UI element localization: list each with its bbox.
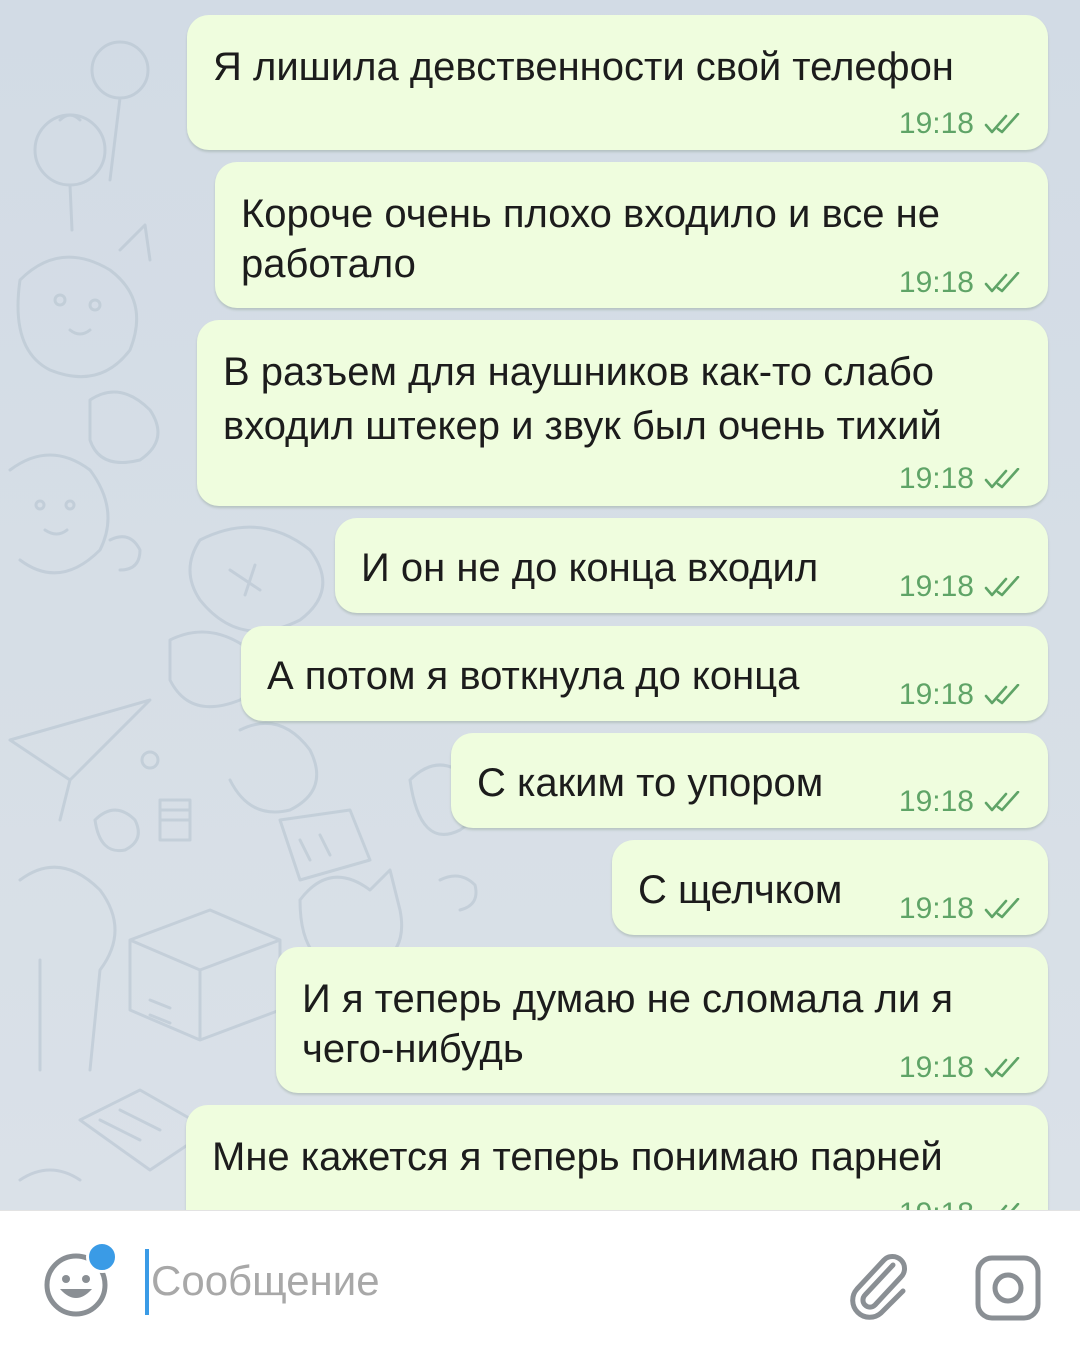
message-time: 19:18 [898, 892, 974, 925]
message-bubble[interactable]: В разъем для наушников как-то слабо вход… [197, 320, 1048, 506]
message-text: С щелчком [638, 868, 843, 912]
message-text: В разъем для наушников как-то слабо [223, 350, 934, 394]
message-meta: 19:18 [899, 107, 1022, 141]
message-time: 19:18 [898, 462, 974, 495]
message-time: 19:18 [898, 678, 974, 711]
message-bubble[interactable]: И я теперь думаю не сломала ли я чего-ни… [276, 947, 1048, 1093]
double-check-icon [984, 468, 1020, 489]
double-check-icon [984, 272, 1020, 293]
message-text: А потом я воткнула до конца [267, 654, 800, 698]
message-bubble[interactable]: С щелчком 19:18 [612, 840, 1048, 935]
chat-area[interactable]: Я лишила девственности свой телефон 19:1… [0, 0, 1080, 1210]
message-time: 19:18 [898, 266, 974, 299]
message-input[interactable] [145, 1251, 801, 1311]
message-meta: 19:18 [899, 570, 1022, 604]
message-text: С каким то упором [477, 761, 824, 805]
message-meta: 19:18 [899, 785, 1022, 819]
message-text: И он не до конца входил [361, 546, 819, 590]
message-time: 19:18 [898, 785, 974, 818]
message-text: Мне кажется я теперь понимаю парней [212, 1135, 943, 1179]
message-time: 19:18 [898, 107, 974, 140]
message-text: чего-нибудь [302, 1027, 524, 1071]
message-text: входил штекер и звук был очень тихий [223, 404, 942, 448]
double-check-icon [984, 576, 1020, 597]
message-meta: 19:18 [899, 678, 1022, 712]
message-time: 19:18 [898, 570, 974, 603]
message-bubble[interactable]: Короче очень плохо входило и все не рабо… [215, 162, 1048, 308]
message-meta: 19:18 [899, 1197, 1022, 1210]
message-meta: 19:18 [899, 462, 1022, 496]
notification-dot [86, 1241, 118, 1273]
message-meta: 19:18 [899, 892, 1022, 926]
double-check-icon [984, 113, 1020, 134]
message-bubble[interactable]: Я лишила девственности свой телефон 19:1… [187, 15, 1048, 150]
message-bubble[interactable]: Мне кажется я теперь понимаю парней 19:1… [186, 1105, 1048, 1210]
message-text: Короче очень плохо входило и все не [241, 192, 940, 236]
message-composer [0, 1210, 1080, 1346]
message-meta: 19:18 [899, 1051, 1022, 1085]
double-check-icon [984, 791, 1020, 812]
message-text: Я лишила девственности свой телефон [213, 45, 954, 89]
paperclip-icon[interactable] [845, 1251, 915, 1321]
message-text: И я теперь думаю не сломала ли я [302, 977, 953, 1021]
message-time: 19:18 [898, 1051, 974, 1084]
message-bubble[interactable]: А потом я воткнула до конца 19:18 [241, 626, 1048, 721]
camera-icon[interactable] [973, 1253, 1043, 1323]
double-check-icon [984, 684, 1020, 705]
message-time: 19:18 [899, 1197, 974, 1210]
double-check-icon [984, 898, 1020, 919]
message-bubble[interactable]: И он не до конца входил 19:18 [335, 518, 1048, 613]
message-bubble[interactable]: С каким то упором 19:18 [451, 733, 1048, 828]
double-check-icon [1000, 1203, 1020, 1210]
message-meta: 19:18 [899, 266, 1022, 300]
message-text: работало [241, 242, 416, 286]
double-check-icon [984, 1057, 1020, 1078]
